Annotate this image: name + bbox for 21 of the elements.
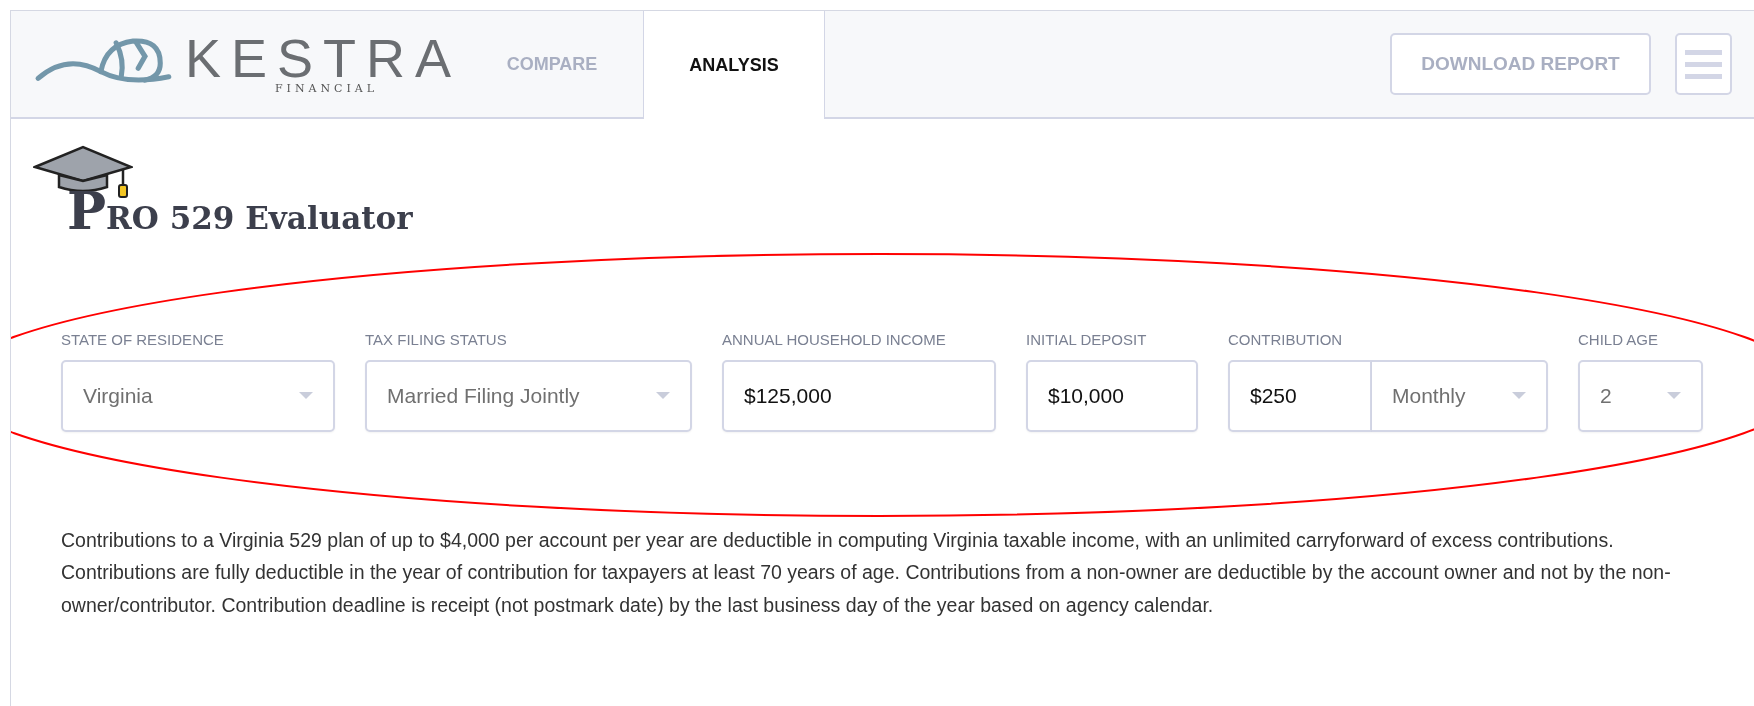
description-text: Contributions to a Virginia 529 plan of up to $4,000 per account per year are deductible in computing Virginia taxable income, with an unlimited carryforward of excess contributions. Contributions are fully deductible in the year of contribution for taxpayers at least 70 years of age. Contributions from a non-owner are deductible by the account owner and not by the non-owner/contributor. Contribution deadline is receipt (not postmark date) by the last business day of the year based on agency calendar.: [61, 527, 1672, 618]
caret-icon: [1667, 392, 1681, 399]
field-label: CONTRIBUTION: [1228, 330, 1344, 350]
dropdown[interactable]: Virginia: [61, 359, 335, 432]
input-field[interactable]: $250: [1228, 359, 1372, 432]
input-field[interactable]: $125,000: [722, 359, 996, 432]
field-label: CHILD AGE: [1578, 330, 1660, 350]
dropdown[interactable]: Monthly: [1372, 359, 1548, 432]
field-label: INITIAL DEPOSIT: [1026, 330, 1148, 350]
caret-icon: [299, 392, 313, 399]
field-label: TAX FILING STATUS: [365, 330, 508, 350]
nav-tab[interactable]: ANALYSIS: [643, 11, 825, 119]
menu-button[interactable]: [1675, 33, 1732, 95]
input-field[interactable]: $10,000: [1026, 359, 1198, 432]
caret-icon: [656, 392, 670, 399]
dropdown[interactable]: Married Filing Jointly: [365, 359, 692, 432]
field-label: ANNUAL HOUSEHOLD INCOME: [722, 330, 947, 350]
dropdown[interactable]: 2: [1578, 359, 1703, 432]
app-title: PRO 529 Evaluator: [67, 185, 414, 237]
field-label: STATE OF RESIDENCE: [61, 330, 225, 350]
caret-icon: [1512, 392, 1526, 399]
